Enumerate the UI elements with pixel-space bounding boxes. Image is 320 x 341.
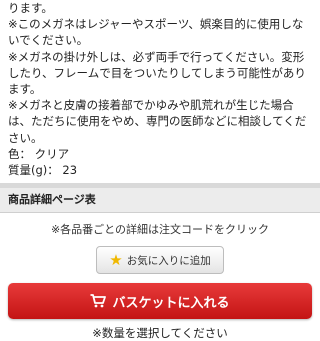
product-description: ります。 ※このメガネはレジャーやスポーツ、娯楽目的に使用しないでください。 ※… <box>0 0 320 178</box>
favorite-label: お気に入りに追加 <box>126 254 211 267</box>
add-to-favorites-button[interactable]: ★ お気に入りに追加 <box>96 246 224 275</box>
weight-spec: 質量(g)： 23 <box>8 163 78 178</box>
description-line: ※このメガネはレジャーやスポーツ、娯楽目的に使用しないでください。 <box>8 17 304 48</box>
section-title: 商品詳細ページ表 <box>0 188 320 214</box>
add-to-basket-button[interactable]: バスケットに入れる <box>8 283 312 320</box>
description-line: ※メガネと皮膚の接着部でかゆみや肌荒れが生じた場合は、ただちに使用をやめ、専門の… <box>8 98 307 145</box>
color-spec: 色： クリア <box>8 146 70 161</box>
detail-note: ※各品番ごとの詳細は注文コードをクリック <box>50 223 270 237</box>
star-icon: ★ <box>109 250 123 269</box>
quantity-warning: ※数量を選択してください <box>92 326 228 341</box>
basket-label: バスケットに入れる <box>112 295 230 311</box>
favorite-wrapper: ★ お気に入りに追加 <box>0 246 320 275</box>
description-line: ります。 <box>8 1 53 15</box>
cart-icon <box>90 294 107 308</box>
description-line: ※メガネの掛け外しは、必ず両手で行ってください。変形したり、フレームで目をついた… <box>8 49 306 97</box>
